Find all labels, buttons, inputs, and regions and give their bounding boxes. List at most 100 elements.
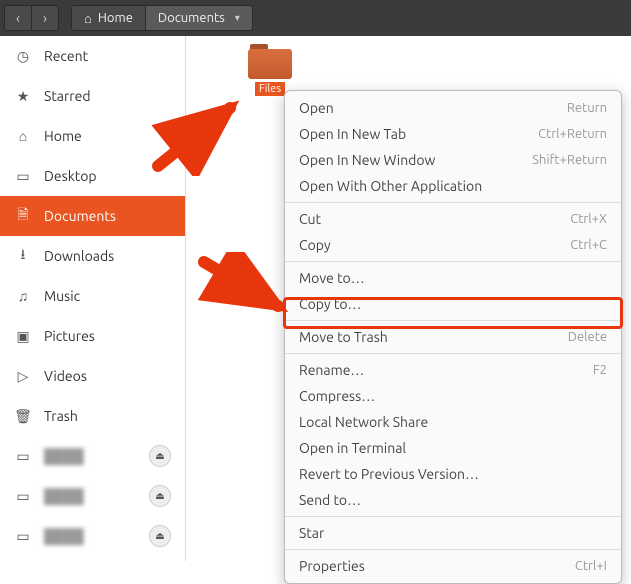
path-toolbar: ‹ › ⌂ Home Documents ▾ — [0, 0, 631, 36]
sidebar-drive[interactable]: ▭████⏏ — [0, 556, 185, 561]
menu-item-open-with-other-application[interactable]: Open With Other Application — [285, 173, 621, 199]
sidebar-item-downloads[interactable]: ⭳ Downloads — [0, 236, 185, 276]
menu-item-open-in-new-window[interactable]: Open In New Window Shift+Return — [285, 147, 621, 173]
menu-item-label: Open In New Window — [299, 152, 435, 168]
sidebar-item-documents[interactable]: 🗎 Documents — [0, 196, 185, 236]
menu-item-label: Move to Trash — [299, 329, 388, 345]
clock-icon: ◷ — [14, 48, 32, 65]
breadcrumb-current[interactable]: Documents ▾ — [145, 5, 253, 31]
eject-button[interactable]: ⏏ — [149, 485, 171, 507]
menu-item-label: Send to… — [299, 492, 361, 508]
menu-item-move-to-trash[interactable]: Move to TrashDelete — [285, 324, 621, 350]
sidebar-drive[interactable]: ▭ ████ ⏏ — [0, 476, 185, 516]
breadcrumb-home-label: Home — [98, 11, 133, 25]
breadcrumb: ⌂ Home Documents ▾ — [71, 5, 253, 31]
menu-item-label: Open In New Tab — [299, 126, 406, 142]
menu-item-label: Copy to… — [299, 296, 361, 312]
menu-item-shortcut: Ctrl+X — [570, 212, 607, 226]
menu-item-open-in-terminal[interactable]: Open in Terminal — [285, 435, 621, 461]
sidebar-drive[interactable]: ▭ ████ ⏏ — [0, 436, 185, 476]
sidebar: ◷Recent ★ Starred ⌂Home ▭ Desktop 🗎 Documents ⭳ D… — [0, 36, 186, 561]
context-menu: OpenReturnOpen In New TabCtrl+ReturnOpen… — [284, 90, 622, 584]
sidebar-item-label: Videos — [44, 368, 87, 384]
menu-item-label: Local Network Share — [299, 414, 428, 430]
menu-item-label: Open in Terminal — [299, 440, 406, 456]
disk-icon: ▭ — [14, 528, 32, 545]
sidebar-item-pictures[interactable]: ▣Pictures — [0, 316, 185, 356]
sidebar-item-starred[interactable]: ★ Starred — [0, 76, 185, 116]
folder-label: Files — [255, 82, 285, 96]
menu-item-label: Move to… — [299, 270, 365, 286]
menu-item-compress-[interactable]: Compress… — [285, 383, 621, 409]
sidebar-item-label: Starred — [44, 88, 91, 104]
sidebar-item-music[interactable]: ♫ Music — [0, 276, 185, 316]
sidebar-item-label: Pictures — [44, 328, 95, 344]
menu-item-shortcut: Return — [567, 101, 607, 115]
breadcrumb-current-label: Documents — [158, 11, 225, 25]
drive-label: ████ — [44, 448, 84, 464]
menu-item-properties[interactable]: Properties Ctrl+I — [285, 553, 621, 579]
menu-separator — [285, 516, 621, 517]
menu-separator — [285, 202, 621, 203]
menu-item-rename-[interactable]: Rename… F2 — [285, 357, 621, 383]
eject-button[interactable]: ⏏ — [149, 525, 171, 547]
menu-item-label: Open — [299, 100, 334, 116]
menu-item-send-to-[interactable]: Send to… — [285, 487, 621, 513]
chevron-down-icon: ▾ — [235, 12, 240, 24]
menu-item-move-to-[interactable]: Move to… — [285, 265, 621, 291]
menu-item-cut[interactable]: Cut Ctrl+X — [285, 206, 621, 232]
menu-item-label: Open With Other Application — [299, 178, 482, 194]
menu-item-label: Copy — [299, 237, 331, 253]
eject-button[interactable]: ⏏ — [149, 445, 171, 467]
menu-item-local-network-share[interactable]: Local Network Share — [285, 409, 621, 435]
sidebar-item-recent[interactable]: ◷Recent — [0, 36, 185, 76]
menu-item-star[interactable]: Star — [285, 520, 621, 546]
music-icon: ♫ — [14, 288, 32, 304]
menu-item-label: Star — [299, 525, 324, 541]
menu-separator — [285, 353, 621, 354]
home-icon: ⌂ — [84, 11, 92, 26]
star-icon: ★ — [14, 88, 32, 105]
documents-icon: 🗎 — [14, 204, 32, 228]
folder-icon — [248, 42, 292, 80]
desktop-icon: ▭ — [14, 168, 32, 185]
forward-button[interactable]: › — [31, 5, 59, 31]
trash-icon: 🗑 — [14, 408, 32, 425]
menu-separator — [285, 261, 621, 262]
menu-item-label: Compress… — [299, 388, 375, 404]
menu-item-revert-to-previous-version-[interactable]: Revert to Previous Version… — [285, 461, 621, 487]
drive-label: ████ — [44, 528, 84, 544]
menu-item-shortcut: Ctrl+I — [575, 559, 607, 573]
sidebar-item-desktop[interactable]: ▭ Desktop — [0, 156, 185, 196]
back-button[interactable]: ‹ — [4, 5, 32, 31]
sidebar-item-label: Music — [44, 288, 80, 304]
menu-item-label: Revert to Previous Version… — [299, 466, 479, 482]
sidebar-item-label: Trash — [44, 408, 78, 424]
sidebar-item-label: Downloads — [44, 248, 114, 264]
menu-item-label: Properties — [299, 558, 365, 574]
menu-separator — [285, 320, 621, 321]
sidebar-item-home[interactable]: ⌂Home — [0, 116, 185, 156]
download-icon: ⭳ — [14, 244, 32, 268]
menu-item-shortcut: Ctrl+Return — [538, 127, 607, 141]
sidebar-item-label: Documents — [44, 208, 116, 224]
menu-item-open[interactable]: Open Return — [285, 95, 621, 121]
sidebar-item-videos[interactable]: ▷ Videos — [0, 356, 185, 396]
sidebar-item-label: Desktop — [44, 168, 97, 184]
menu-item-shortcut: Ctrl+C — [570, 238, 607, 252]
menu-item-shortcut: F2 — [593, 363, 607, 377]
breadcrumb-home[interactable]: ⌂ Home — [71, 5, 146, 31]
menu-item-label: Rename… — [299, 362, 364, 378]
sidebar-drive[interactable]: ▭ ████ ⏏ — [0, 516, 185, 556]
menu-item-label: Cut — [299, 211, 321, 227]
sidebar-item-trash[interactable]: 🗑 Trash — [0, 396, 185, 436]
menu-item-copy-to-[interactable]: Copy to… — [285, 291, 621, 317]
menu-item-copy[interactable]: Copy Ctrl+C — [285, 232, 621, 258]
disk-icon: ▭ — [14, 488, 32, 505]
disk-icon: ▭ — [14, 448, 32, 465]
drive-label: ████ — [44, 488, 84, 504]
menu-item-open-in-new-tab[interactable]: Open In New Tab Ctrl+Return — [285, 121, 621, 147]
menu-item-shortcut: Shift+Return — [532, 153, 607, 167]
videos-icon: ▷ — [14, 368, 32, 385]
sidebar-item-label: Home — [44, 128, 82, 144]
